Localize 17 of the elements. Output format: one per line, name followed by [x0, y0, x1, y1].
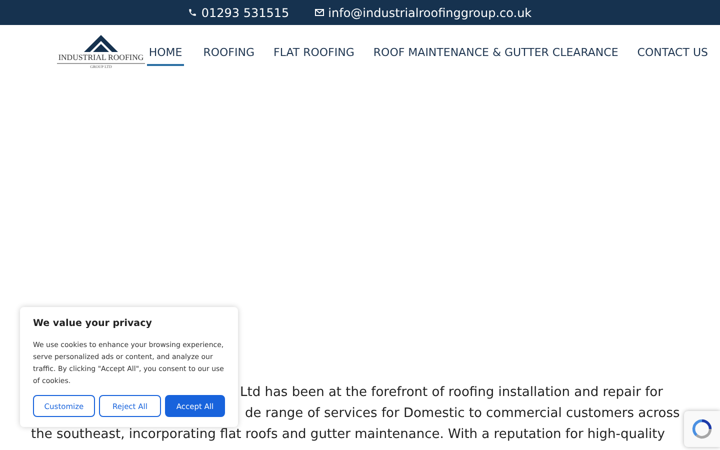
logo-name: INDUSTRIAL ROOFING	[58, 53, 144, 63]
intro-text: Ltd has been at the forefront of roofing installation and repair for	[240, 384, 663, 402]
nav-link[interactable]: ROOFING	[203, 38, 254, 66]
roof-logo-icon	[84, 35, 118, 53]
nav-link[interactable]: CONTACT US	[637, 38, 708, 66]
email-link[interactable]: info@industrialroofinggroup.co.uk	[315, 4, 532, 22]
phone-icon	[188, 8, 198, 17]
recaptcha-badge[interactable]	[684, 411, 720, 447]
phone-link[interactable]: 01293 531515	[188, 4, 290, 22]
intro-text: the southeast, incorporating flat roofs and gutter maintenance. With a reputation for high-quality	[31, 426, 665, 444]
nav-link[interactable]: FLAT ROOFING	[274, 38, 354, 66]
recaptcha-icon	[691, 418, 713, 440]
cookie-title: We value your privacy	[33, 317, 153, 331]
nav-link[interactable]: HOME	[146, 38, 184, 66]
intro-text: de range of services for Domestic to commercial customers across	[245, 405, 680, 423]
envelope-icon	[315, 9, 324, 16]
nav-link[interactable]: ROOF MAINTENANCE & GUTTER CLEARANCE	[373, 38, 618, 66]
